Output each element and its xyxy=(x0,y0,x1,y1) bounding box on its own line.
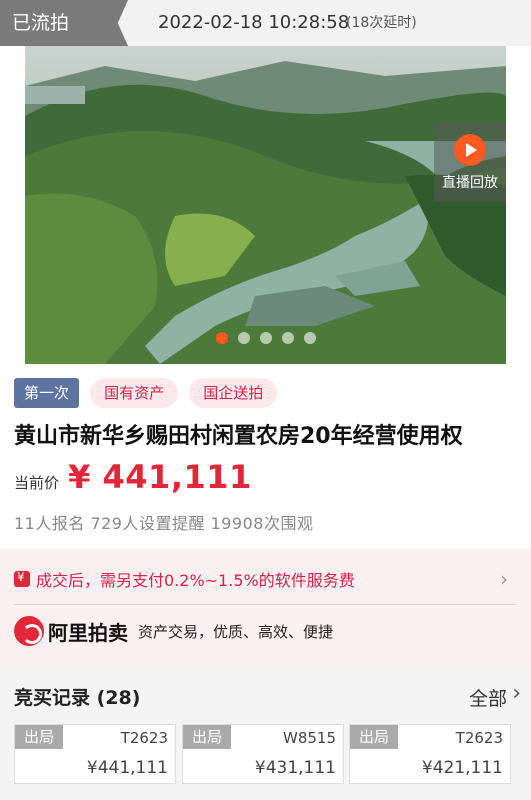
carousel-dot[interactable] xyxy=(259,332,272,344)
price-label: 当前价 xyxy=(14,474,60,492)
bidder-id: T2623 xyxy=(120,729,168,747)
bidder-id: T2623 xyxy=(455,729,503,747)
bid-amount: ¥431,111 xyxy=(254,758,336,778)
bid-card[interactable]: 出局 W8515 ¥431,111 xyxy=(182,724,344,784)
bid-amount: ¥441,111 xyxy=(86,758,168,778)
bid-card-list: 出局 T2623 ¥441,111 出局 W8515 ¥431,111 出局 T… xyxy=(14,724,518,784)
view-all-link[interactable]: 全部 xyxy=(469,684,507,711)
service-fee-row[interactable]: 成交后，需另支付0.2%~1.5%的软件服务费 › xyxy=(14,567,514,591)
carousel-dot[interactable] xyxy=(303,332,316,344)
play-icon xyxy=(454,134,486,166)
current-price: 当前价 ¥ 441,111 xyxy=(14,458,252,498)
state-asset-tag: 国有资产 xyxy=(90,378,179,408)
bid-card[interactable]: 出局 T2623 ¥421,111 xyxy=(349,724,511,784)
bidder-id: W8515 xyxy=(282,729,336,747)
divider xyxy=(14,604,516,605)
auction-status-bar: 已流拍 2022-02-18 10:28:58 (18次延时) xyxy=(0,0,531,46)
bid-card[interactable]: 出局 T2623 ¥441,111 xyxy=(14,724,176,784)
bid-status: 出局 xyxy=(15,725,63,749)
landscape-photo xyxy=(25,46,506,364)
bid-status: 出局 xyxy=(183,725,231,749)
carousel-dot[interactable] xyxy=(281,332,294,344)
carousel-indicator xyxy=(25,329,506,348)
price-value: ¥ 441,111 xyxy=(68,458,252,496)
carousel-dot[interactable] xyxy=(215,332,228,344)
chevron-right-icon: › xyxy=(500,567,508,591)
bid-records-title: 竞买记录 (28) xyxy=(14,687,141,709)
bid-records-section: 竞买记录 (28) 全部 › 出局 T2623 ¥441,111 出局 W851… xyxy=(0,665,531,800)
bid-status: 出局 xyxy=(350,725,398,749)
carousel-dot[interactable] xyxy=(237,332,250,344)
brand-name: 阿里拍卖 xyxy=(48,620,128,645)
item-title: 黄山市新华乡赐田村闲置农房20年经营使用权 xyxy=(14,424,463,449)
brand-slogan: 资产交易，优质、高效、便捷 xyxy=(138,622,334,641)
status-badge: 已流拍 xyxy=(0,0,128,46)
live-replay-label: 直播回放 xyxy=(442,175,498,191)
live-replay-button[interactable]: 直播回放 xyxy=(434,122,506,202)
auction-round-tag: 第一次 xyxy=(14,378,80,408)
tag-list: 第一次 国有资产 国企送拍 xyxy=(14,378,283,408)
bid-amount: ¥421,111 xyxy=(421,758,503,778)
service-fee-panel: 成交后，需另支付0.2%~1.5%的软件服务费 › 阿里拍卖资产交易，优质、高效… xyxy=(0,549,531,665)
photo-carousel[interactable]: 直播回放 xyxy=(25,46,506,364)
end-time: 2022-02-18 10:28:58 xyxy=(158,12,350,33)
ali-auction-logo-icon xyxy=(14,616,44,646)
yuan-icon xyxy=(14,570,30,587)
participation-stats: 11人报名 729人设置提醒 19908次围观 xyxy=(14,514,314,533)
service-fee-text: 成交后，需另支付0.2%~1.5%的软件服务费 xyxy=(36,571,355,590)
soe-auction-tag: 国企送拍 xyxy=(189,378,278,408)
brand-row: 阿里拍卖 资产交易，优质、高效、便捷 xyxy=(14,616,333,650)
delay-count: (18次延时) xyxy=(346,15,417,31)
chevron-right-icon[interactable]: › xyxy=(512,681,521,706)
